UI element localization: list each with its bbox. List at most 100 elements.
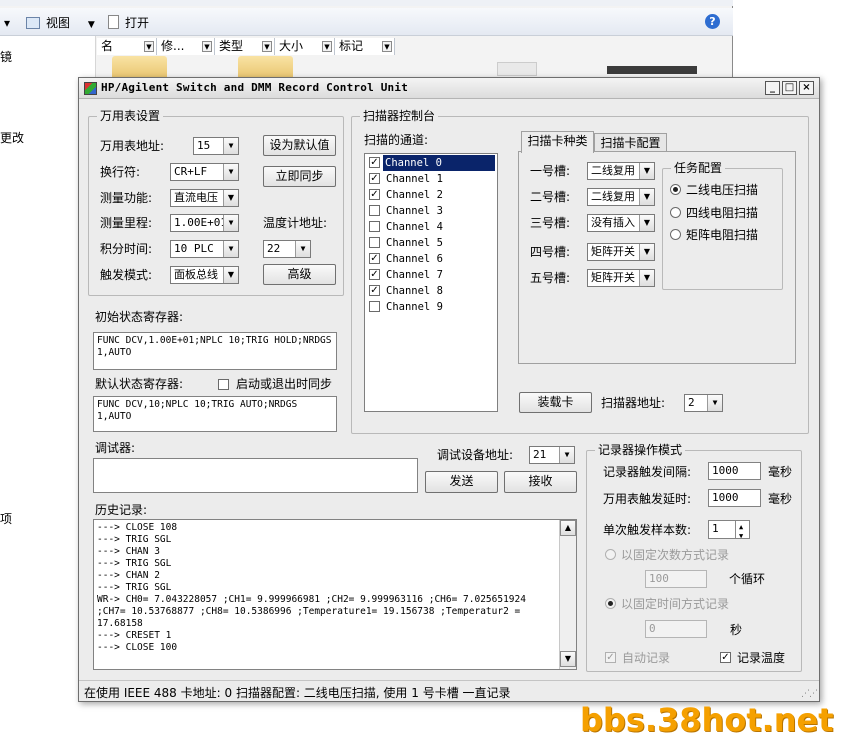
channel-item[interactable]: Channel 9 xyxy=(366,299,496,315)
open-button[interactable]: 打开 xyxy=(108,14,149,32)
column-header-size[interactable]: 大小 ▼ xyxy=(275,38,335,55)
fixed-time-radio[interactable] xyxy=(605,598,616,609)
maximize-button[interactable]: □ xyxy=(782,81,797,95)
channel-item[interactable]: Channel 7 xyxy=(366,267,496,283)
chevron-down-icon: ▼ xyxy=(223,267,238,283)
channel-item[interactable]: Channel 4 xyxy=(366,219,496,235)
channel-list[interactable]: Channel 0 Channel 1 Channel 2 Channel 3 … xyxy=(364,153,498,412)
nav-text: 更改 xyxy=(0,131,25,145)
fixed-count-input[interactable]: 100 xyxy=(645,570,707,588)
column-header-modified[interactable]: 修... ▼ xyxy=(157,38,215,55)
window-title: HP/Agilent Switch and DMM Record Control… xyxy=(101,81,409,94)
task-radio-matrix[interactable] xyxy=(670,229,681,240)
auto-record-checkbox[interactable] xyxy=(605,652,616,663)
channel-checkbox[interactable] xyxy=(369,253,380,264)
close-button[interactable]: × xyxy=(799,81,814,95)
dmm-delay-label: 万用表触发延时: xyxy=(603,492,692,506)
title-bar[interactable]: HP/Agilent Switch and DMM Record Control… xyxy=(79,78,819,99)
fixed-count-radio[interactable] xyxy=(605,549,616,560)
channel-checkbox[interactable] xyxy=(369,269,380,280)
trigger-interval-input[interactable]: 1000 xyxy=(708,462,761,480)
channel-checkbox[interactable] xyxy=(369,221,380,232)
channel-checkbox[interactable] xyxy=(369,189,380,200)
range-select[interactable]: 1.00E+01 ▼ xyxy=(170,214,239,232)
newline-select[interactable]: CR+LF ▼ xyxy=(170,163,239,181)
slot-4-select[interactable]: 矩阵开关 ▼ xyxy=(587,243,655,261)
channel-checkbox[interactable] xyxy=(369,237,380,248)
history-scrollbar[interactable]: ▲ ▼ xyxy=(559,520,576,669)
chevron-down-icon: ▼ xyxy=(223,215,238,231)
sync-now-button[interactable]: 立即同步 xyxy=(263,166,336,187)
channel-checkbox[interactable] xyxy=(369,205,380,216)
chevron-down-icon: ▼ xyxy=(639,215,654,231)
debugger-input[interactable] xyxy=(93,458,418,493)
column-header-tag[interactable]: 标记 ▼ xyxy=(335,38,395,55)
scanner-address-select[interactable]: 2 ▼ xyxy=(684,394,723,412)
channel-checkbox[interactable] xyxy=(369,157,380,168)
fixed-time-input[interactable]: 0 xyxy=(645,620,707,638)
range-label: 测量里程: xyxy=(100,216,153,230)
ms-unit-label: 毫秒 xyxy=(768,465,793,479)
toolbar-chevron[interactable]: ▾ xyxy=(4,14,10,32)
scanner-address-label: 扫描器地址: xyxy=(601,396,666,410)
set-default-button[interactable]: 设为默认值 xyxy=(263,135,336,156)
file-thumbnail[interactable] xyxy=(497,62,537,76)
minimize-button[interactable]: _ xyxy=(765,81,780,95)
record-temperature-checkbox[interactable] xyxy=(720,652,731,663)
slot-1-select[interactable]: 二线复用 ▼ xyxy=(587,162,655,180)
chevron-down-icon: ▼ xyxy=(295,241,310,257)
column-header-type[interactable]: 类型 ▼ xyxy=(215,38,275,55)
integration-label: 积分时间: xyxy=(100,242,153,256)
samples-stepper[interactable]: 1 ▲ ▼ xyxy=(708,520,750,539)
column-header-name[interactable]: 名 ▼ xyxy=(97,38,157,55)
send-button[interactable]: 发送 xyxy=(425,471,498,493)
column-dropdown-icon: ▼ xyxy=(262,41,272,52)
resize-grip-icon[interactable]: ⋰⋰ xyxy=(801,689,818,699)
chevron-down-icon: ▼ xyxy=(707,395,722,411)
help-icon[interactable]: ? xyxy=(705,14,720,29)
slot-3-select[interactable]: 没有插入 ▼ xyxy=(587,214,655,232)
trigger-select[interactable]: 面板总线 ▼ xyxy=(170,266,239,284)
temp-address-select[interactable]: 22 ▼ xyxy=(263,240,311,258)
channel-item[interactable]: Channel 3 xyxy=(366,203,496,219)
channel-item[interactable]: Channel 8 xyxy=(366,283,496,299)
device-address-select[interactable]: 21 ▼ xyxy=(529,446,575,464)
control-unit-dialog: HP/Agilent Switch and DMM Record Control… xyxy=(78,77,820,702)
function-select[interactable]: 直流电压 ▼ xyxy=(170,189,239,207)
scroll-up-icon[interactable]: ▲ xyxy=(560,520,576,536)
initial-register-textbox[interactable]: FUNC DCV,1.00E+01;NPLC 10;TRIG HOLD;NRDG… xyxy=(93,332,337,370)
file-thumbnail[interactable] xyxy=(607,66,697,74)
fixed-time-label: 以固定时间方式记录 xyxy=(621,597,730,611)
slot-label: 五号槽: xyxy=(530,271,571,285)
default-register-textbox[interactable]: FUNC DCV,10;NPLC 10;TRIG AUTO;NRDGS 1,AU… xyxy=(93,396,337,432)
view-button[interactable]: 视图 ▼ xyxy=(26,14,95,32)
tab-card-type[interactable]: 扫描卡种类 xyxy=(521,131,594,153)
task-radio-two-wire[interactable] xyxy=(670,184,681,195)
channel-checkbox[interactable] xyxy=(369,285,380,296)
channel-item[interactable]: Channel 5 xyxy=(366,235,496,251)
dmm-delay-input[interactable]: 1000 xyxy=(708,489,761,507)
task-option-label: 矩阵电阻扫描 xyxy=(686,228,759,242)
task-radio-four-wire[interactable] xyxy=(670,207,681,218)
default-register-label: 默认状态寄存器: xyxy=(95,377,184,391)
load-card-button[interactable]: 装载卡 xyxy=(519,392,592,413)
receive-button[interactable]: 接收 xyxy=(504,471,577,493)
history-log[interactable]: ---> CLOSE 108 ---> TRIG SGL ---> CHAN 3… xyxy=(93,519,577,670)
channel-item[interactable]: Channel 2 xyxy=(366,187,496,203)
tab-card-config[interactable]: 扫描卡配置 xyxy=(594,133,667,153)
sync-on-startup-checkbox[interactable] xyxy=(218,379,229,390)
slot-2-select[interactable]: 二线复用 ▼ xyxy=(587,188,655,206)
channel-checkbox[interactable] xyxy=(369,301,380,312)
dmm-address-select[interactable]: 15 ▼ xyxy=(193,137,239,155)
advanced-button[interactable]: 高级 xyxy=(263,264,336,285)
channel-item[interactable]: Channel 6 xyxy=(366,251,496,267)
document-icon xyxy=(108,15,119,29)
channel-item[interactable]: Channel 1 xyxy=(366,171,496,187)
scroll-down-icon[interactable]: ▼ xyxy=(560,651,576,667)
chevron-down-icon: ▼ xyxy=(639,163,654,179)
channel-item[interactable]: Channel 0 xyxy=(366,155,496,171)
integration-select[interactable]: 10 PLC ▼ xyxy=(170,240,239,258)
stepper-arrows-icon[interactable]: ▲ ▼ xyxy=(735,521,749,538)
slot-5-select[interactable]: 矩阵开关 ▼ xyxy=(587,269,655,287)
channel-checkbox[interactable] xyxy=(369,173,380,184)
